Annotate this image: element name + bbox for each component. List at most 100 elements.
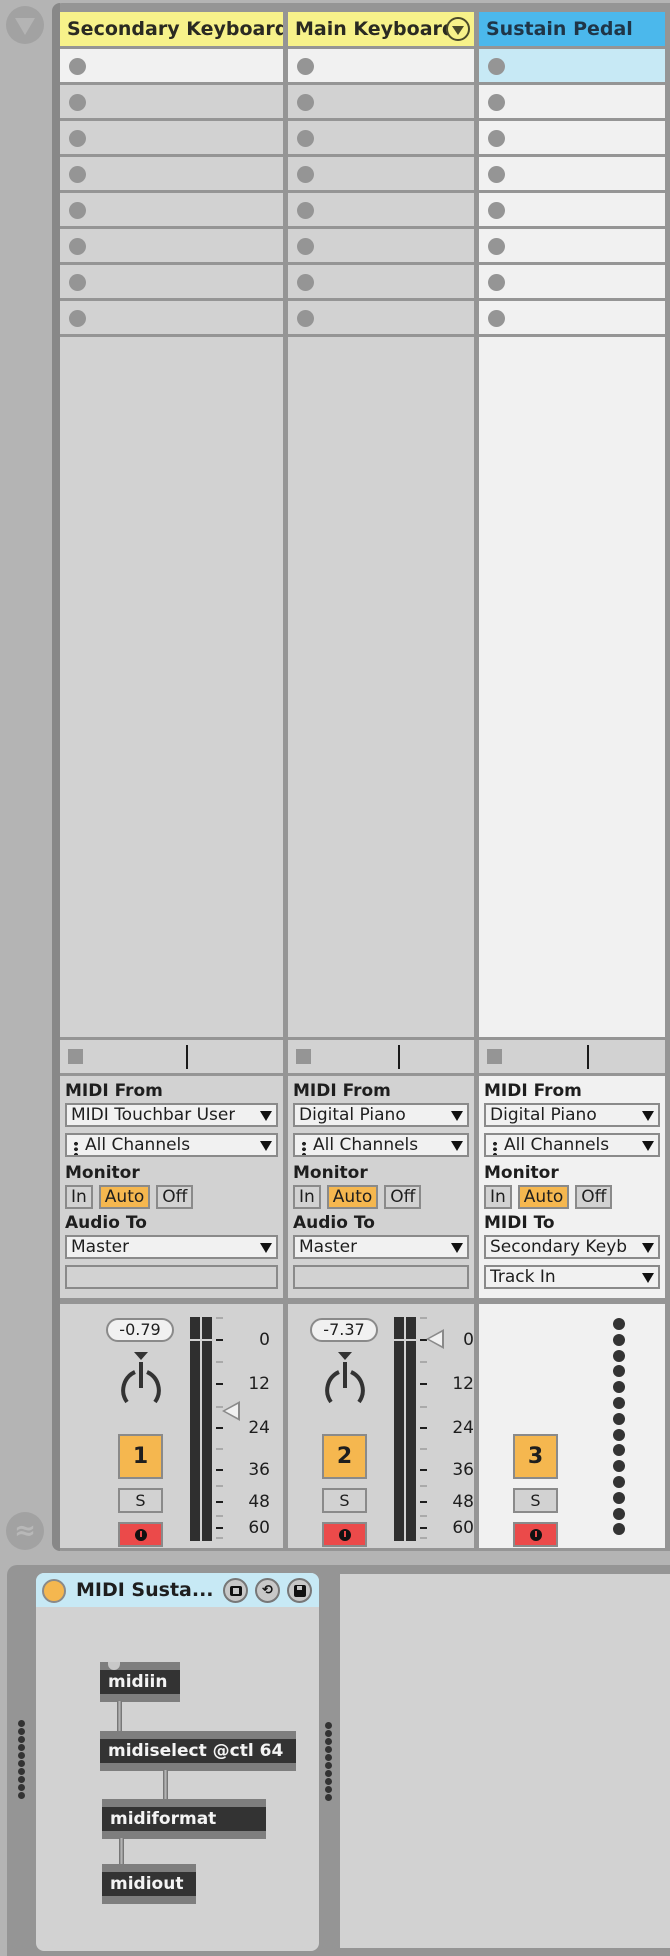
clip-drop-area[interactable] bbox=[60, 337, 283, 1037]
monitor-in-button[interactable]: In bbox=[484, 1185, 512, 1209]
save-button[interactable] bbox=[287, 1578, 312, 1603]
clip-slot[interactable] bbox=[60, 229, 283, 262]
clip-record-button-icon[interactable] bbox=[488, 202, 505, 219]
clip-slot[interactable] bbox=[479, 265, 665, 298]
midi-from-dropdown[interactable]: MIDI Touchbar User bbox=[65, 1103, 278, 1127]
monitor-in-button[interactable]: In bbox=[65, 1185, 93, 1209]
midi-channel-dropdown[interactable]: All Channels bbox=[484, 1133, 660, 1157]
clip-slot[interactable] bbox=[60, 121, 283, 154]
midi-to-dropdown[interactable]: Secondary Keyb bbox=[484, 1235, 660, 1259]
group-fold-button[interactable] bbox=[446, 17, 470, 41]
clip-slot[interactable] bbox=[479, 193, 665, 226]
monitor-in-button[interactable]: In bbox=[293, 1185, 321, 1209]
clip-record-button-icon[interactable] bbox=[488, 274, 505, 291]
clip-slot[interactable] bbox=[288, 121, 474, 154]
clip-record-button-icon[interactable] bbox=[488, 130, 505, 147]
clip-drop-area[interactable] bbox=[479, 337, 665, 1037]
clip-slot[interactable] bbox=[60, 85, 283, 118]
clip-slot[interactable] bbox=[288, 49, 474, 82]
monitor-off-button[interactable]: Off bbox=[384, 1185, 422, 1209]
monitor-auto-button[interactable]: Auto bbox=[326, 1185, 379, 1209]
clip-slot[interactable] bbox=[60, 49, 283, 82]
clip-record-button-icon[interactable] bbox=[297, 94, 314, 111]
map-button[interactable] bbox=[223, 1578, 248, 1603]
clip-record-button-icon[interactable] bbox=[297, 274, 314, 291]
midi-channel-dropdown[interactable]: All Channels bbox=[293, 1133, 469, 1157]
clip-record-button-icon[interactable] bbox=[297, 202, 314, 219]
arm-button[interactable] bbox=[118, 1522, 163, 1547]
pan-knob[interactable] bbox=[317, 1348, 373, 1418]
clip-record-button-icon[interactable] bbox=[297, 130, 314, 147]
clip-record-button-icon[interactable] bbox=[69, 58, 86, 75]
clip-record-button-icon[interactable] bbox=[297, 310, 314, 327]
monitor-auto-button[interactable]: Auto bbox=[517, 1185, 570, 1209]
clip-slot[interactable] bbox=[479, 121, 665, 154]
stop-clips-button[interactable] bbox=[487, 1049, 502, 1064]
clip-record-button-icon[interactable] bbox=[69, 94, 86, 111]
monitor-off-button[interactable]: Off bbox=[156, 1185, 194, 1209]
audio-to-dropdown[interactable]: Master bbox=[65, 1235, 278, 1259]
device-drop-area[interactable] bbox=[340, 1574, 670, 1948]
clip-drop-area[interactable] bbox=[288, 337, 474, 1037]
clip-record-button-icon[interactable] bbox=[488, 310, 505, 327]
clip-record-button-icon[interactable] bbox=[69, 238, 86, 255]
inlet[interactable] bbox=[108, 1662, 120, 1670]
patch-cord[interactable] bbox=[117, 1701, 122, 1735]
clip-record-button-icon[interactable] bbox=[69, 130, 86, 147]
midi-from-dropdown[interactable]: Digital Piano bbox=[484, 1103, 660, 1127]
pan-knob[interactable] bbox=[113, 1348, 169, 1418]
clip-record-button-icon[interactable] bbox=[488, 238, 505, 255]
device-chain-left-grip[interactable] bbox=[18, 1720, 25, 1800]
io-toggle-button[interactable]: ≈ bbox=[6, 1512, 44, 1550]
stop-clips-button[interactable] bbox=[68, 1049, 83, 1064]
patch-object-midiformat[interactable]: midiformat bbox=[102, 1799, 266, 1839]
patch-object-midiselect[interactable]: midiselect @ctl 64 bbox=[100, 1731, 296, 1771]
session-fold-button[interactable] bbox=[6, 6, 44, 44]
clip-slot[interactable] bbox=[60, 265, 283, 298]
solo-button[interactable]: S bbox=[513, 1488, 558, 1513]
monitor-off-button[interactable]: Off bbox=[575, 1185, 613, 1209]
clip-slot[interactable] bbox=[479, 229, 665, 262]
clip-slot[interactable] bbox=[288, 301, 474, 334]
hot-swap-button[interactable]: ⟲ bbox=[255, 1578, 280, 1603]
clip-slot[interactable] bbox=[288, 229, 474, 262]
clip-slot[interactable] bbox=[479, 301, 665, 334]
arm-button[interactable] bbox=[322, 1522, 367, 1547]
clip-record-button-icon[interactable] bbox=[488, 166, 505, 183]
track-header[interactable]: Sustain Pedal bbox=[479, 12, 665, 46]
monitor-auto-button[interactable]: Auto bbox=[98, 1185, 151, 1209]
device-title-bar[interactable]: MIDI Susta... ⟲ bbox=[36, 1573, 319, 1607]
clip-slot[interactable] bbox=[60, 193, 283, 226]
track-header[interactable]: Secondary Keyboard bbox=[60, 12, 283, 46]
clip-slot[interactable] bbox=[60, 301, 283, 334]
midi-channel-dropdown[interactable]: All Channels bbox=[65, 1133, 278, 1157]
midi-to-channel-dropdown[interactable]: Track In bbox=[484, 1265, 660, 1289]
arm-button[interactable] bbox=[513, 1522, 558, 1547]
clip-record-button-icon[interactable] bbox=[69, 310, 86, 327]
clip-slot[interactable] bbox=[288, 193, 474, 226]
clip-record-button-icon[interactable] bbox=[69, 166, 86, 183]
audio-to-channel-dropdown[interactable] bbox=[293, 1265, 469, 1289]
volume-readout[interactable]: -0.79 bbox=[106, 1318, 174, 1342]
device-right-grip[interactable] bbox=[325, 1722, 332, 1802]
volume-fader[interactable]: 0 12 24 36 48 60 bbox=[216, 1317, 276, 1541]
track-activator-button[interactable]: 2 bbox=[322, 1434, 367, 1479]
midi-from-dropdown[interactable]: Digital Piano bbox=[293, 1103, 469, 1127]
clip-slot[interactable] bbox=[288, 265, 474, 298]
fader-thumb[interactable] bbox=[222, 1401, 240, 1421]
stop-clips-button[interactable] bbox=[296, 1049, 311, 1064]
fader-thumb[interactable] bbox=[426, 1329, 444, 1349]
clip-slot[interactable] bbox=[479, 157, 665, 190]
clip-slot[interactable] bbox=[60, 157, 283, 190]
clip-record-button-icon[interactable] bbox=[488, 94, 505, 111]
volume-fader[interactable]: 0 12 24 36 48 60 bbox=[420, 1317, 480, 1541]
track-activator-button[interactable]: 1 bbox=[118, 1434, 163, 1479]
clip-record-button-icon[interactable] bbox=[297, 58, 314, 75]
clip-slot[interactable] bbox=[479, 85, 665, 118]
solo-button[interactable]: S bbox=[322, 1488, 367, 1513]
clip-record-button-icon[interactable] bbox=[297, 166, 314, 183]
track-activator-button[interactable]: 3 bbox=[513, 1434, 558, 1479]
patch-object-midiin[interactable]: midiin bbox=[100, 1662, 180, 1702]
solo-button[interactable]: S bbox=[118, 1488, 163, 1513]
clip-record-button-icon[interactable] bbox=[69, 202, 86, 219]
